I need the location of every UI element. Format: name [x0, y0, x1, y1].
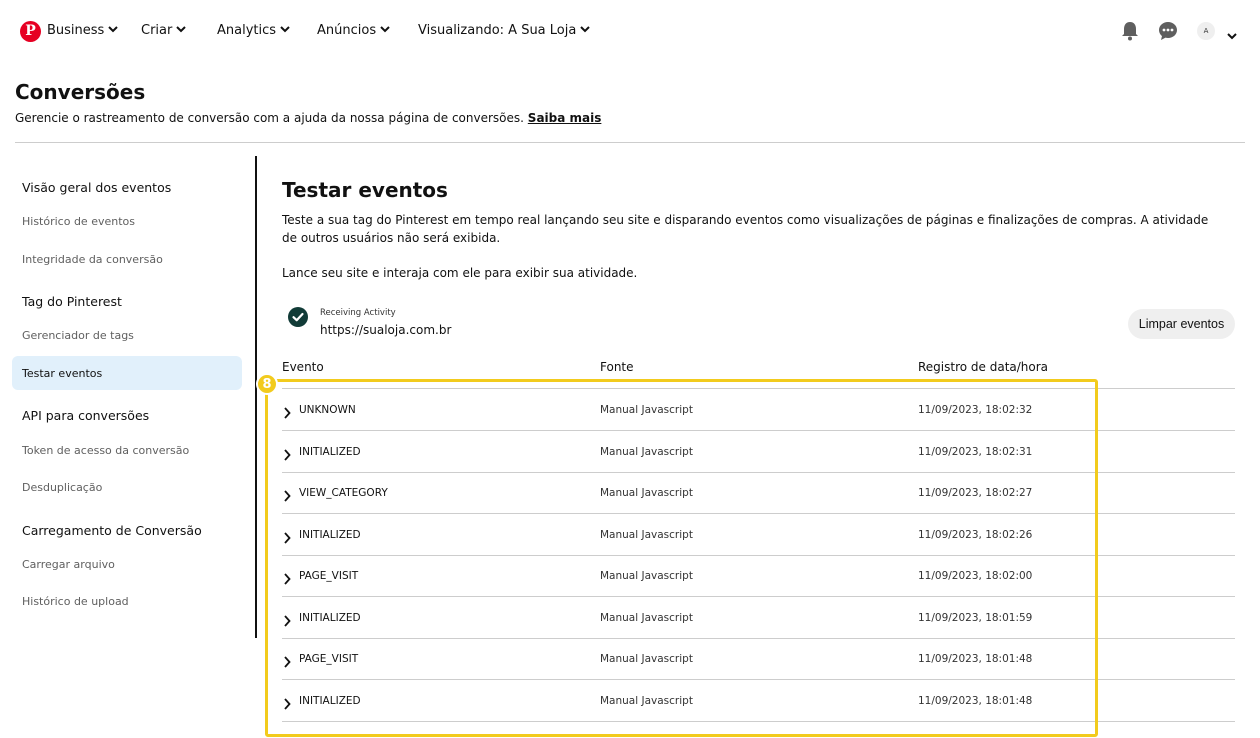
pinterest-logo-icon[interactable]: P — [20, 21, 41, 42]
column-header-timestamp: Registro de data/hora — [918, 360, 1049, 374]
sidebar-section-conversions-api: API para conversões — [22, 408, 150, 423]
section-title: Testar eventos — [282, 178, 448, 202]
chevron-right-icon[interactable] — [283, 653, 291, 672]
chevron-right-icon[interactable] — [283, 570, 291, 589]
status-label: Receiving Activity — [320, 308, 396, 318]
event-timestamp: 11/09/2023, 18:02:00 — [918, 570, 1033, 582]
event-timestamp: 11/09/2023, 18:02:31 — [918, 446, 1033, 458]
event-source: Manual Javascript — [600, 446, 693, 458]
chevron-right-icon[interactable] — [283, 404, 291, 423]
chevron-right-icon[interactable] — [283, 612, 291, 631]
nav-criar-label: Criar — [141, 23, 173, 38]
page-description: Gerencie o rastreamento de conversão com… — [15, 111, 601, 125]
event-timestamp: 11/09/2023, 18:01:59 — [918, 612, 1033, 624]
event-source: Manual Javascript — [600, 695, 693, 707]
nav-account-switcher[interactable]: Visualizando: A Sua Loja — [418, 22, 591, 38]
table-row[interactable]: UNKNOWN Manual Javascript 11/09/2023, 18… — [282, 389, 1235, 431]
chevron-right-icon[interactable] — [283, 529, 291, 548]
sidebar-item-event-history[interactable]: Histórico de eventos — [22, 215, 135, 228]
column-header-source: Fonte — [600, 360, 634, 374]
chevron-right-icon[interactable] — [283, 446, 291, 465]
table-row[interactable]: INITIALIZED Manual Javascript 11/09/2023… — [282, 680, 1235, 722]
sidebar-divider — [255, 156, 257, 638]
nav-account-label: Visualizando: A Sua Loja — [418, 23, 577, 38]
event-name: INITIALIZED — [299, 612, 361, 624]
nav-anuncios-label: Anúncios — [317, 23, 377, 38]
sidebar-item-test-events[interactable]: Testar eventos — [22, 367, 102, 380]
event-name: PAGE_VISIT — [299, 653, 359, 665]
event-name: INITIALIZED — [299, 529, 361, 541]
sidebar-item-access-token[interactable]: Token de acesso da conversão — [22, 444, 189, 457]
page-title: Conversões — [15, 80, 146, 104]
chevron-down-icon — [580, 22, 591, 37]
table-row[interactable]: INITIALIZED Manual Javascript 11/09/2023… — [282, 514, 1235, 556]
chevron-right-icon[interactable] — [283, 695, 291, 714]
event-source: Manual Javascript — [600, 487, 693, 499]
chevron-down-icon — [280, 22, 290, 37]
chevron-down-icon — [108, 22, 119, 37]
event-source: Manual Javascript — [600, 404, 693, 416]
table-row[interactable]: PAGE_VISIT Manual Javascript 11/09/2023,… — [282, 638, 1235, 680]
sidebar-item-deduplication[interactable]: Desduplicação — [22, 481, 102, 494]
table-row[interactable]: INITIALIZED Manual Javascript 11/09/2023… — [282, 431, 1235, 473]
activity-hint: Lance seu site e interaja com ele para e… — [282, 266, 638, 280]
annotation-number-badge: 8 — [256, 373, 278, 395]
sidebar-section-event-overview: Visão geral dos eventos — [22, 180, 172, 195]
table-row[interactable]: INITIALIZED Manual Javascript 11/09/2023… — [282, 597, 1235, 639]
event-name: UNKNOWN — [299, 404, 356, 416]
avatar[interactable]: A — [1197, 22, 1215, 40]
nav-business-label: Business — [47, 23, 105, 38]
account-menu-chevron-down-icon[interactable] — [1227, 25, 1237, 44]
section-description: Teste a sua tag do Pinterest em tempo re… — [282, 213, 1209, 245]
event-source: Manual Javascript — [600, 570, 693, 582]
sidebar-item-upload-file[interactable]: Carregar arquivo — [22, 558, 115, 571]
sidebar-item-upload-history[interactable]: Histórico de upload — [22, 595, 129, 608]
header-divider — [15, 142, 1245, 143]
event-name: VIEW_CATEGORY — [299, 487, 388, 499]
messages-chat-icon[interactable] — [1158, 21, 1178, 41]
check-circle-icon — [288, 307, 308, 327]
sidebar-item-conversion-integrity[interactable]: Integridade da conversão — [22, 253, 163, 266]
event-source: Manual Javascript — [600, 529, 693, 541]
sidebar-section-pinterest-tag: Tag do Pinterest — [22, 294, 122, 309]
nav-anuncios[interactable]: Anúncios — [317, 22, 390, 38]
chevron-down-icon — [380, 22, 390, 37]
event-timestamp: 11/09/2023, 18:02:32 — [918, 404, 1033, 416]
chevron-down-icon — [176, 22, 187, 37]
event-timestamp: 11/09/2023, 18:01:48 — [918, 695, 1033, 707]
event-source: Manual Javascript — [600, 653, 693, 665]
event-source: Manual Javascript — [600, 612, 693, 624]
event-name: PAGE_VISIT — [299, 570, 359, 582]
table-row[interactable]: PAGE_VISIT Manual Javascript 11/09/2023,… — [282, 555, 1235, 597]
chevron-right-icon[interactable] — [283, 487, 291, 506]
clear-events-button[interactable]: Limpar eventos — [1128, 309, 1235, 339]
event-timestamp: 11/09/2023, 18:01:48 — [918, 653, 1033, 665]
top-navigation: P Business Criar Analytics Anúncios Visu… — [0, 0, 1260, 62]
learn-more-link[interactable]: Saiba mais — [528, 111, 602, 125]
sidebar-item-tag-manager[interactable]: Gerenciador de tags — [22, 329, 134, 342]
column-header-event: Evento — [282, 360, 324, 374]
nav-analytics[interactable]: Analytics — [217, 22, 290, 38]
notifications-bell-icon[interactable] — [1120, 21, 1140, 41]
nav-business[interactable]: Business — [47, 22, 119, 38]
nav-analytics-label: Analytics — [217, 23, 277, 38]
page-description-text: Gerencie o rastreamento de conversão com… — [15, 111, 524, 125]
nav-criar[interactable]: Criar — [141, 22, 187, 38]
event-timestamp: 11/09/2023, 18:02:27 — [918, 487, 1033, 499]
event-name: INITIALIZED — [299, 695, 361, 707]
event-name: INITIALIZED — [299, 446, 361, 458]
table-row[interactable]: VIEW_CATEGORY Manual Javascript 11/09/20… — [282, 472, 1235, 514]
event-timestamp: 11/09/2023, 18:02:26 — [918, 529, 1033, 541]
sidebar-section-conversion-upload: Carregamento de Conversão — [22, 523, 202, 538]
status-url: https://sualoja.com.br — [320, 323, 452, 337]
